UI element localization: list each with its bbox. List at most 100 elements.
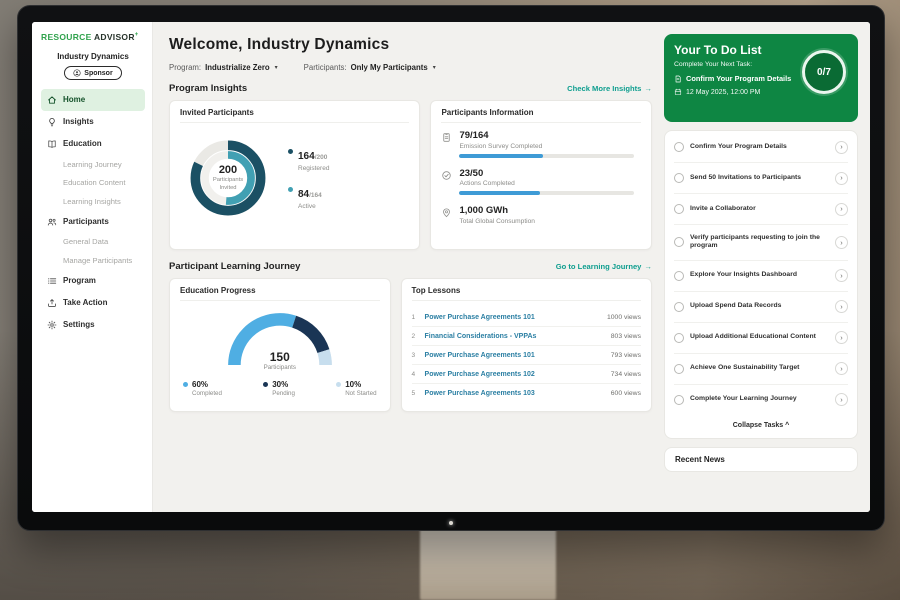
- legend-label: Not Started: [345, 390, 376, 397]
- filter-value: Only My Participants: [351, 63, 428, 72]
- task-checkbox[interactable]: [674, 204, 684, 214]
- chevron-right-icon[interactable]: ›: [835, 203, 848, 216]
- info-row-actions-completed: 23/50 Actions Completed: [441, 168, 641, 196]
- chevron-right-icon[interactable]: ›: [835, 331, 848, 344]
- recent-news-card: Recent News: [664, 447, 858, 472]
- education-progress-card: Education Progress 150: [169, 278, 391, 412]
- legend-item-completed: 60% Completed: [183, 380, 222, 397]
- lesson-rank: 3: [412, 352, 419, 359]
- task-row[interactable]: Invite a Collaborator ›: [674, 194, 848, 225]
- lesson-row[interactable]: 2 Financial Considerations - VPPAs 803 v…: [412, 327, 641, 346]
- nav-label: Take Action: [63, 299, 107, 307]
- sidebar-item-manage-participants[interactable]: Manage Participants: [41, 251, 145, 270]
- task-checkbox[interactable]: [674, 302, 684, 312]
- task-row[interactable]: Achieve One Sustainability Target ›: [674, 354, 848, 385]
- chevron-glyph: ›: [840, 143, 843, 151]
- lesson-views: 803 views: [611, 333, 641, 340]
- participants-information-card: Participants Information 79/164 Emission…: [430, 100, 652, 250]
- task-checkbox[interactable]: [674, 333, 684, 343]
- task-checkbox[interactable]: [674, 142, 684, 152]
- sidebar-item-settings[interactable]: Settings: [41, 314, 145, 336]
- task-checkbox[interactable]: [674, 364, 684, 374]
- lesson-row[interactable]: 4 Power Purchase Agreements 102 734 view…: [412, 365, 641, 384]
- sidebar-item-program[interactable]: Program: [41, 270, 145, 292]
- task-row[interactable]: Upload Spend Data Records ›: [674, 292, 848, 323]
- participants-filter-dropdown[interactable]: Participants: Only My Participants ▾: [304, 63, 436, 72]
- legend-label: Completed: [192, 390, 222, 397]
- monitor-bezel: RESOURCE ADVISOR+ Industry Dynamics Spon…: [17, 5, 885, 531]
- program-filter-dropdown[interactable]: Program: Industrialize Zero ▾: [169, 63, 278, 72]
- lesson-link[interactable]: Financial Considerations - VPPAs: [425, 333, 605, 340]
- task-row[interactable]: Explore Your Insights Dashboard ›: [674, 261, 848, 292]
- sponsor-badge[interactable]: Sponsor: [64, 66, 121, 80]
- lesson-row[interactable]: 5 Power Purchase Agreements 103 600 view…: [412, 384, 641, 402]
- lesson-link[interactable]: Power Purchase Agreements 103: [425, 390, 605, 397]
- home-icon: [47, 95, 57, 105]
- sidebar-item-participants[interactable]: Participants: [41, 211, 145, 233]
- chevron-right-icon[interactable]: ›: [835, 172, 848, 185]
- go-to-learning-journey-link[interactable]: Go to Learning Journey →: [556, 262, 652, 271]
- lesson-views: 734 views: [611, 371, 641, 378]
- chevron-glyph: ›: [840, 334, 843, 342]
- task-row[interactable]: Confirm Your Program Details ›: [674, 132, 848, 163]
- lesson-views: 600 views: [611, 390, 641, 397]
- task-checkbox[interactable]: [674, 237, 684, 247]
- legend-pct: 60%: [192, 380, 208, 389]
- chevron-glyph: ›: [840, 396, 843, 404]
- nav-label: Insights: [63, 118, 94, 126]
- check-more-insights-link[interactable]: Check More Insights →: [567, 84, 652, 93]
- sidebar-nav: Home Insights Education Learning Journey: [41, 89, 145, 336]
- learning-journey-header: Participant Learning Journey Go to Learn…: [169, 261, 652, 272]
- sidebar-item-take-action[interactable]: Take Action: [41, 292, 145, 314]
- progress-fill-1: [459, 191, 539, 195]
- task-row[interactable]: Send 50 Invitations to Participants ›: [674, 163, 848, 194]
- sidebar-item-insights[interactable]: Insights: [41, 111, 145, 133]
- sidebar-item-learning-insights[interactable]: Learning Insights: [41, 192, 145, 211]
- program-insights-header: Program Insights Check More Insights →: [169, 83, 652, 94]
- progress-fill-0: [459, 154, 543, 158]
- task-label: Upload Additional Educational Content: [690, 333, 829, 342]
- center-column: Welcome, Industry Dynamics Program: Indu…: [153, 22, 664, 512]
- logo-resource: RESOURCE: [41, 32, 92, 42]
- gear-icon: [47, 320, 57, 330]
- calendar-icon: [674, 88, 682, 96]
- card-title: Participants Information: [441, 108, 641, 123]
- nav-label: Education: [63, 140, 102, 148]
- task-checkbox[interactable]: [674, 395, 684, 405]
- task-checkbox[interactable]: [674, 271, 684, 281]
- lesson-link[interactable]: Power Purchase Agreements 101: [425, 352, 605, 359]
- link-label: Go to Learning Journey: [556, 262, 642, 271]
- task-row[interactable]: Complete Your Learning Journey ›: [674, 385, 848, 415]
- todo-due-label: 12 May 2025, 12:00 PM: [686, 89, 760, 96]
- sidebar-item-home[interactable]: Home: [41, 89, 145, 111]
- sidebar-item-general-data[interactable]: General Data: [41, 233, 145, 252]
- sidebar-item-learning-journey[interactable]: Learning Journey: [41, 155, 145, 174]
- filter-label: Participants:: [304, 63, 347, 72]
- org-name: Industry Dynamics: [41, 52, 145, 61]
- task-checkbox[interactable]: [674, 173, 684, 183]
- chevron-right-icon[interactable]: ›: [835, 362, 848, 375]
- collapse-tasks-link[interactable]: Collapse Tasks ^: [674, 415, 848, 437]
- invited-donut-chart: 200 Participants Invited: [180, 130, 276, 226]
- lesson-link[interactable]: Power Purchase Agreements 101: [425, 314, 601, 321]
- info-row-consumption: 1,000 GWh Total Global Consumption: [441, 205, 641, 229]
- lesson-row[interactable]: 3 Power Purchase Agreements 101 793 view…: [412, 346, 641, 365]
- task-row[interactable]: Verify participants requesting to join t…: [674, 225, 848, 261]
- legend-label: Pending: [272, 390, 295, 397]
- chevron-right-icon[interactable]: ›: [835, 269, 848, 282]
- sidebar-item-education-content[interactable]: Education Content: [41, 174, 145, 193]
- sidebar-item-education[interactable]: Education: [41, 133, 145, 155]
- chevron-glyph: ›: [840, 174, 843, 182]
- task-row[interactable]: Upload Additional Educational Content ›: [674, 323, 848, 354]
- lesson-row[interactable]: 1 Power Purchase Agreements 101 1000 vie…: [412, 308, 641, 327]
- chevron-right-icon[interactable]: ›: [835, 236, 848, 249]
- todo-progress-ring: 0/7: [802, 50, 846, 94]
- filter-bar: Program: Industrialize Zero ▾ Participan…: [169, 63, 652, 72]
- todo-next-task[interactable]: Confirm Your Program Details: [674, 74, 799, 83]
- legend-total: /164: [309, 192, 322, 199]
- lesson-link[interactable]: Power Purchase Agreements 102: [425, 371, 605, 378]
- chevron-right-icon[interactable]: ›: [835, 393, 848, 406]
- chevron-right-icon[interactable]: ›: [835, 141, 848, 154]
- chevron-right-icon[interactable]: ›: [835, 300, 848, 313]
- task-label: Verify participants requesting to join t…: [690, 234, 829, 252]
